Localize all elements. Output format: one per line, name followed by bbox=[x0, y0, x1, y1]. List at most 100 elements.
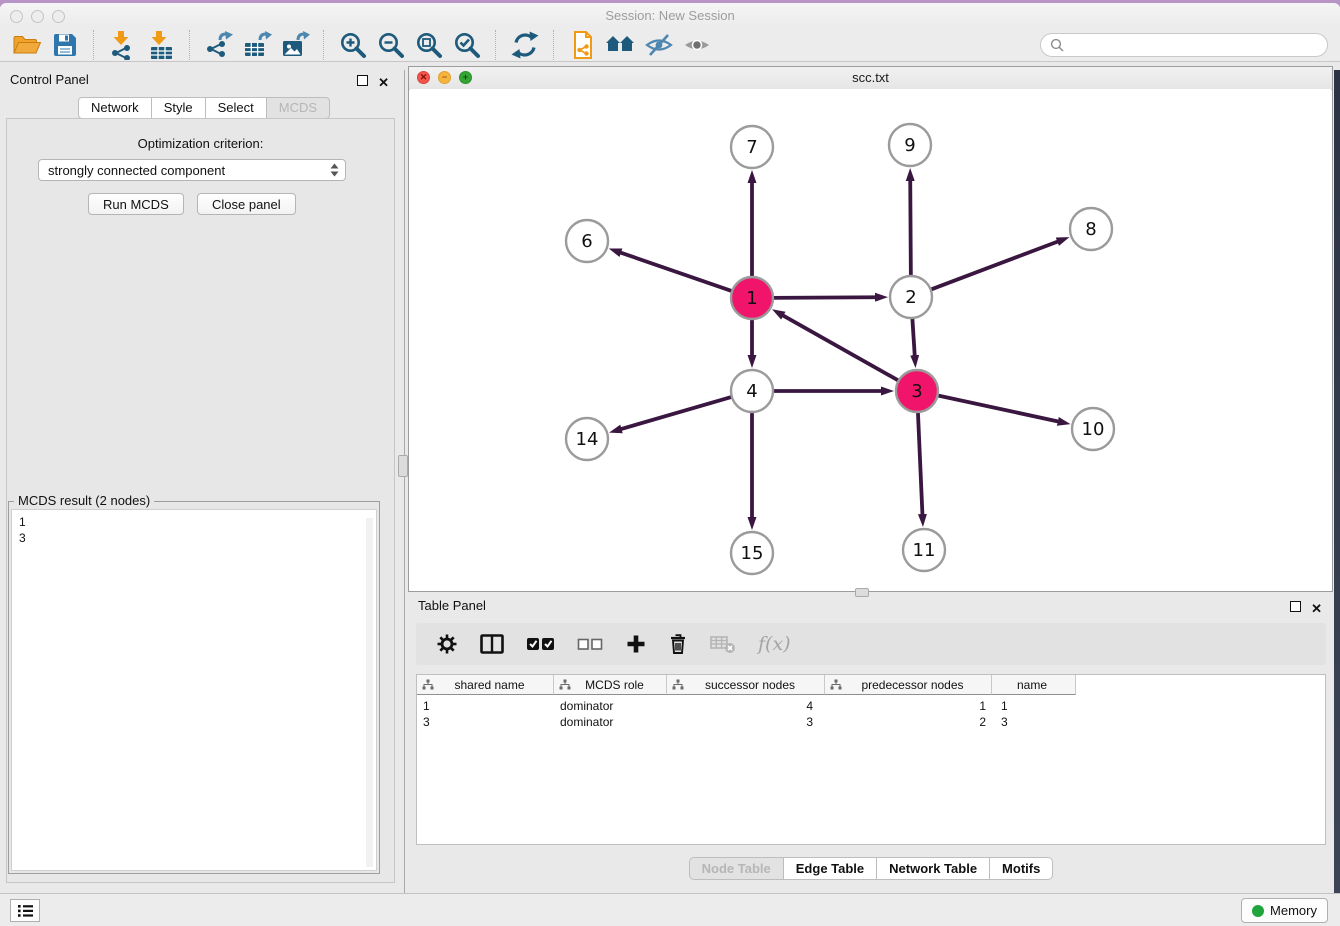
table-panel-float-button[interactable] bbox=[1290, 599, 1301, 617]
cell-name[interactable]: 3 bbox=[992, 714, 1076, 730]
export-network-button[interactable] bbox=[202, 30, 236, 60]
table-row[interactable]: 3 dominator 3 2 3 bbox=[417, 714, 1325, 730]
create-column-button[interactable] bbox=[626, 634, 646, 654]
network-canvas[interactable]: 7 9 6 8 1 2 4 3 14 10 15 11 bbox=[410, 89, 1331, 590]
control-panel-float-button[interactable] bbox=[357, 73, 368, 91]
graph-edge-1-2[interactable] bbox=[771, 297, 876, 298]
splitter-grip-vertical[interactable] bbox=[398, 455, 408, 477]
search-box[interactable] bbox=[1040, 33, 1328, 57]
zoom-out-button[interactable] bbox=[374, 30, 408, 60]
tab-edge-table[interactable]: Edge Table bbox=[784, 857, 877, 880]
eye-icon bbox=[682, 32, 712, 58]
graph-node-15[interactable]: 15 bbox=[731, 532, 773, 574]
columns-icon bbox=[480, 634, 504, 654]
table-row[interactable]: 1 dominator 4 1 1 bbox=[417, 698, 1325, 714]
column-header-successor-nodes[interactable]: successor nodes bbox=[667, 675, 825, 695]
graph-node-14[interactable]: 14 bbox=[566, 418, 608, 460]
graph-edge-3-1[interactable] bbox=[782, 315, 900, 381]
tab-network[interactable]: Network bbox=[78, 97, 152, 119]
search-input[interactable] bbox=[1069, 37, 1327, 54]
column-header-shared-name[interactable]: shared name bbox=[417, 675, 554, 695]
graph-node-9[interactable]: 9 bbox=[889, 124, 931, 166]
network-graph[interactable]: 7 9 6 8 1 2 4 3 14 10 15 11 bbox=[410, 89, 1333, 592]
svg-text:3: 3 bbox=[911, 381, 922, 402]
save-floppy-icon bbox=[52, 32, 78, 58]
import-table-button[interactable] bbox=[144, 30, 178, 60]
table-panel-close-button[interactable]: ✕ bbox=[1311, 603, 1322, 614]
node-table: shared name MCDS role successor nodes pr… bbox=[416, 674, 1326, 845]
cell-shared-name[interactable]: 1 bbox=[417, 698, 554, 714]
clone-network-button[interactable] bbox=[566, 30, 600, 60]
graph-edge-4-14[interactable] bbox=[621, 396, 734, 429]
panel-splitter-vertical bbox=[404, 70, 405, 893]
graph-node-3[interactable]: 3 bbox=[896, 370, 938, 412]
criterion-dropdown[interactable]: strongly connected component bbox=[38, 159, 346, 181]
table-settings-button[interactable] bbox=[436, 633, 458, 655]
network-window-title: scc.txt bbox=[409, 70, 1332, 85]
svg-text:7: 7 bbox=[746, 137, 757, 158]
attribute-icon bbox=[559, 679, 571, 691]
column-header-name[interactable]: name bbox=[992, 675, 1076, 695]
graph-node-1[interactable]: 1 bbox=[731, 277, 773, 319]
first-neighbors-button[interactable] bbox=[604, 30, 638, 60]
control-panel-close-button[interactable]: ✕ bbox=[378, 77, 389, 88]
graph-node-4[interactable]: 4 bbox=[731, 370, 773, 412]
tab-style[interactable]: Style bbox=[152, 97, 206, 119]
refresh-layout-button[interactable] bbox=[508, 30, 542, 60]
graph-edge-3-11[interactable] bbox=[918, 410, 923, 515]
tab-network-table[interactable]: Network Table bbox=[877, 857, 990, 880]
unselect-all-columns-button[interactable] bbox=[577, 634, 604, 654]
cell-predecessor-nodes[interactable]: 1 bbox=[825, 698, 992, 714]
graph-edge-2-8[interactable] bbox=[929, 241, 1058, 290]
float-icon bbox=[357, 75, 368, 86]
application-window: Session: New Session bbox=[0, 0, 1340, 926]
graph-node-2[interactable]: 2 bbox=[890, 276, 932, 318]
graph-edge-2-3[interactable] bbox=[912, 316, 915, 356]
cell-successor-nodes[interactable]: 3 bbox=[667, 714, 825, 730]
task-history-button[interactable] bbox=[10, 899, 40, 922]
save-session-button[interactable] bbox=[48, 30, 82, 60]
export-table-button[interactable] bbox=[240, 30, 274, 60]
zoom-fit-button[interactable] bbox=[412, 30, 446, 60]
column-header-predecessor-nodes[interactable]: predecessor nodes bbox=[825, 675, 992, 695]
cell-mcds-role[interactable]: dominator bbox=[554, 714, 667, 730]
graph-edge-1-6[interactable] bbox=[620, 252, 734, 291]
delete-column-button[interactable] bbox=[668, 633, 688, 655]
cell-shared-name[interactable]: 3 bbox=[417, 714, 554, 730]
run-mcds-button[interactable]: Run MCDS bbox=[88, 193, 184, 215]
tab-mcds[interactable]: MCDS bbox=[267, 97, 330, 119]
tab-motifs[interactable]: Motifs bbox=[990, 857, 1053, 880]
toolbar-separator bbox=[93, 30, 95, 60]
tab-select[interactable]: Select bbox=[206, 97, 267, 119]
export-image-button[interactable] bbox=[278, 30, 312, 60]
memory-button[interactable]: Memory bbox=[1241, 898, 1328, 923]
graph-node-8[interactable]: 8 bbox=[1070, 208, 1112, 250]
cell-mcds-role[interactable]: dominator bbox=[554, 698, 667, 714]
graph-edge-2-9[interactable] bbox=[910, 180, 911, 278]
open-session-button[interactable] bbox=[10, 30, 44, 60]
graph-node-6[interactable]: 6 bbox=[566, 220, 608, 262]
cell-successor-nodes[interactable]: 4 bbox=[667, 698, 825, 714]
cell-name[interactable]: 1 bbox=[992, 698, 1076, 714]
show-column-panel-button[interactable] bbox=[480, 634, 504, 654]
column-header-mcds-role[interactable]: MCDS role bbox=[554, 675, 667, 695]
result-scrollbar[interactable] bbox=[366, 518, 373, 867]
zoom-selected-icon bbox=[452, 30, 482, 60]
graph-node-7[interactable]: 7 bbox=[731, 126, 773, 168]
mcds-result-line: 1 bbox=[19, 514, 376, 530]
table-tabs: Node Table Edge Table Network Table Moti… bbox=[408, 857, 1334, 880]
graph-node-10[interactable]: 10 bbox=[1072, 408, 1114, 450]
clone-network-icon bbox=[570, 30, 596, 60]
select-all-columns-button[interactable] bbox=[526, 634, 555, 654]
zoom-in-button[interactable] bbox=[336, 30, 370, 60]
toolbar-separator bbox=[553, 30, 555, 60]
zoom-selected-button[interactable] bbox=[450, 30, 484, 60]
cell-predecessor-nodes[interactable]: 2 bbox=[825, 714, 992, 730]
tab-node-table[interactable]: Node Table bbox=[689, 857, 784, 880]
import-network-icon bbox=[108, 30, 138, 60]
close-panel-button[interactable]: Close panel bbox=[197, 193, 296, 215]
graph-edge-3-10[interactable] bbox=[936, 395, 1059, 422]
graph-node-11[interactable]: 11 bbox=[903, 529, 945, 571]
hide-graphics-details-button[interactable] bbox=[642, 30, 676, 60]
import-network-button[interactable] bbox=[106, 30, 140, 60]
